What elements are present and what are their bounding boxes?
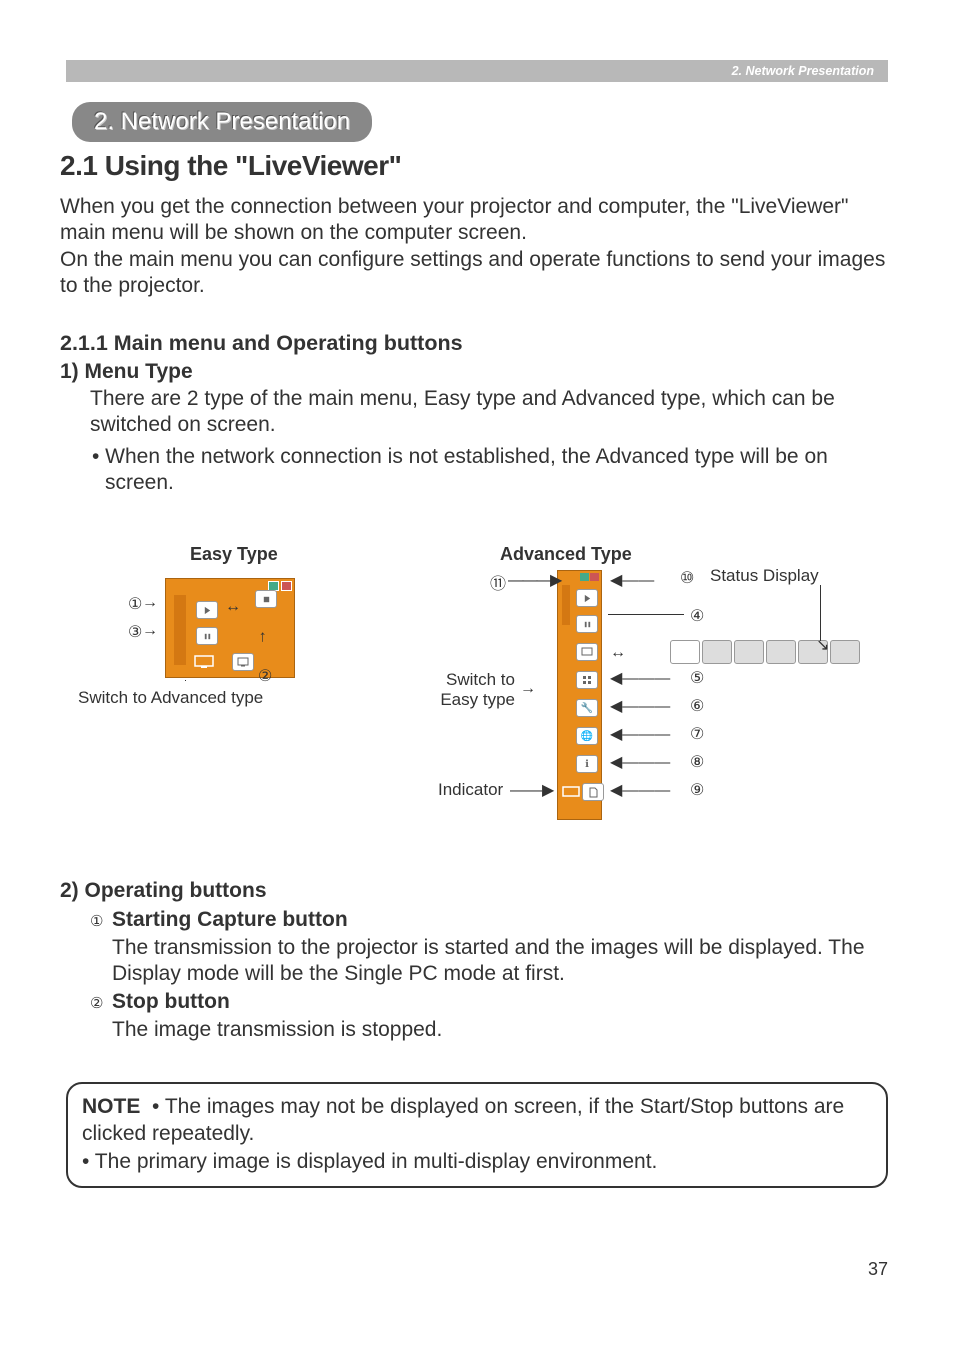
item-2-body: The image transmission is stopped. <box>112 1017 888 1043</box>
callout-4: ④ <box>690 606 704 626</box>
status-display-label: Status Display <box>710 566 819 586</box>
arrow-icon: ◀——— <box>610 752 670 772</box>
line-icon <box>820 585 821 641</box>
close-icon <box>281 581 292 591</box>
note-box: NOTE • The images may not be displayed o… <box>66 1082 888 1188</box>
advanced-type-ui-mock: 🔧 🌐 ℹ <box>557 570 602 820</box>
monitor-icon <box>232 653 254 671</box>
status-item-icon <box>702 640 732 664</box>
section-1-body: There are 2 type of the main menu, Easy … <box>90 386 888 439</box>
indicator-icon <box>562 785 580 799</box>
status-display-strip <box>670 640 860 664</box>
callout-11: ⑪ <box>490 570 506 594</box>
item-2-number: ② <box>90 994 103 1012</box>
switch-easy-text: Switch to Easy type <box>440 670 515 709</box>
section-1-title: 1) Menu Type <box>60 360 193 384</box>
arrow-icon: ———▶ <box>508 570 560 590</box>
arrow-up-icon: ← <box>255 629 273 645</box>
note-line-2: • The primary image is displayed in mult… <box>82 1150 657 1173</box>
double-arrow-icon: ↔ <box>225 598 241 616</box>
callout-2: ② <box>258 666 272 686</box>
heading-main: 2.1 Using the "LiveViewer" <box>60 150 401 182</box>
item-2-heading: Stop button <box>112 990 230 1014</box>
line-icon <box>608 614 684 615</box>
status-item-icon <box>830 640 860 664</box>
monitor-icon <box>576 643 598 661</box>
subheading-2-1-1: 2.1.1 Main menu and Operating buttons <box>60 331 463 356</box>
callout-9: ⑨ <box>690 780 704 800</box>
callout-3: ③ <box>128 622 142 642</box>
callout-10: ⑩ <box>680 568 694 588</box>
item-1-body: The transmission to the projector is sta… <box>112 935 888 988</box>
arrow-icon: ◀—— <box>610 570 654 590</box>
switch-easy-label: Switch to Easy type <box>420 670 515 710</box>
header-breadcrumb-bar: 2. Network Presentation <box>66 60 888 82</box>
callout-7: ⑦ <box>690 724 704 744</box>
section-pill: 2. Network Presentation <box>72 102 372 142</box>
file-icon <box>582 783 604 801</box>
arrow-icon: ◀——— <box>610 724 670 744</box>
arrow-icon: ——▶ <box>510 780 554 800</box>
line-icon <box>185 680 186 681</box>
note-keyword: NOTE <box>82 1095 140 1118</box>
item-1-heading: Starting Capture button <box>112 908 348 932</box>
easy-type-label: Easy Type <box>190 544 278 565</box>
figure-area: Easy Type Advanced Type ① → ③ → ↔ ← ② Sw… <box>60 540 888 840</box>
arrow-icon: → <box>142 622 158 640</box>
page-number: 37 <box>868 1259 888 1280</box>
indicator-label: Indicator <box>438 780 503 800</box>
pause-icon <box>196 627 218 645</box>
status-item-icon <box>734 640 764 664</box>
item-1-number: ① <box>90 912 103 930</box>
minimize-icon <box>580 573 589 581</box>
status-item-icon <box>766 640 796 664</box>
callout-5: ⑤ <box>690 668 704 688</box>
play-icon <box>196 601 218 619</box>
liveviewer-tab-icon <box>562 585 570 625</box>
header-breadcrumb-text: 2. Network Presentation <box>732 64 874 78</box>
indicator-icon <box>192 653 216 671</box>
close-icon <box>590 573 599 581</box>
arrow-icon: ◀——— <box>610 780 670 800</box>
switch-advanced-label: Switch to Advanced type <box>78 688 263 708</box>
liveviewer-tab-icon <box>174 595 186 665</box>
info-icon: ℹ <box>576 755 598 773</box>
arrow-icon: → <box>520 680 536 698</box>
play-icon <box>576 589 598 607</box>
advanced-type-label: Advanced Type <box>500 544 632 565</box>
pause-icon <box>576 615 598 633</box>
globe-icon: 🌐 <box>576 727 598 745</box>
callout-8: ⑧ <box>690 752 704 772</box>
arrow-down-icon: ↘ <box>816 635 829 655</box>
intro-paragraph: When you get the connection between your… <box>60 194 888 299</box>
double-arrow-icon: ↔ <box>610 644 626 662</box>
grid-icon <box>576 671 598 689</box>
section-pill-text: 2. Network Presentation <box>94 108 350 135</box>
wrench-icon: 🔧 <box>576 699 598 717</box>
arrow-icon: → <box>142 594 158 612</box>
status-item-icon <box>670 640 700 664</box>
stop-square-icon <box>255 590 277 608</box>
callout-1: ① <box>128 594 142 614</box>
callout-6: ⑥ <box>690 696 704 716</box>
arrow-icon: ◀——— <box>610 696 670 716</box>
note-line-1: • The images may not be displayed on scr… <box>82 1095 844 1145</box>
section-1-bullet: • When the network connection is not est… <box>92 444 888 497</box>
section-2-title: 2) Operating buttons <box>60 879 267 903</box>
arrow-icon: ◀——— <box>610 668 670 688</box>
